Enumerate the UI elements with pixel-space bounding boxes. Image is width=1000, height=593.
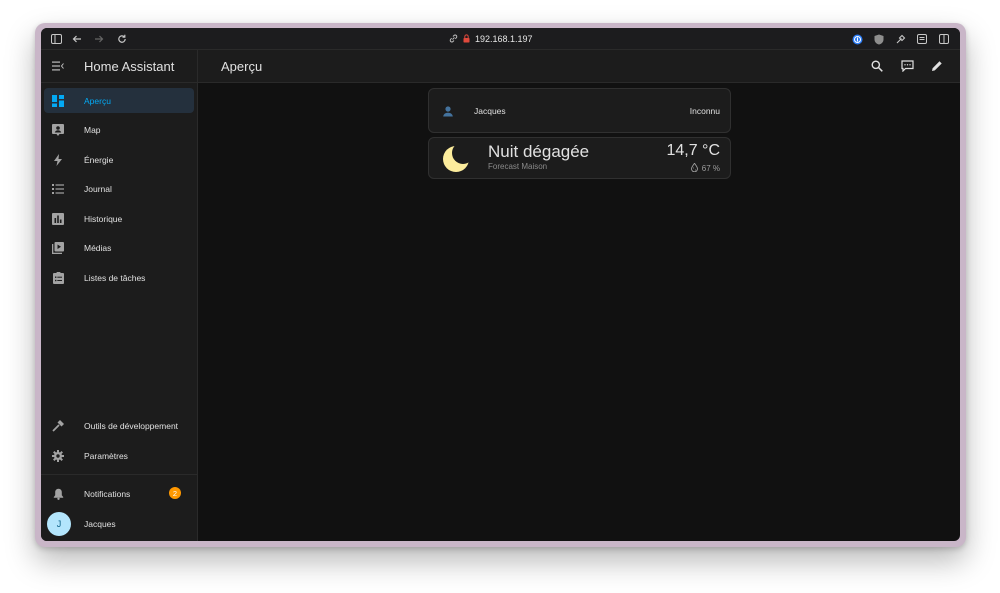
browser-toolbar: 192.168.1.197: [41, 28, 960, 50]
app-title: Home Assistant: [84, 58, 175, 74]
account-icon: [443, 104, 453, 122]
dashboard-icon: [44, 94, 72, 107]
weather-entity-name: Forecast Maison: [488, 162, 548, 171]
clipboard-list-icon: [44, 272, 72, 285]
app-toolbar: Aperçu: [198, 50, 960, 83]
cog-icon: [44, 449, 72, 462]
map-account-icon: [44, 124, 72, 137]
sidebar-item-label: Paramètres: [84, 450, 128, 461]
reload-icon[interactable]: [114, 31, 130, 47]
sidebar-item-developer-tools[interactable]: Outils de développement: [44, 414, 194, 439]
hammer-icon: [44, 420, 72, 432]
play-box-multiple-icon: [44, 242, 72, 255]
password-manager-icon[interactable]: [849, 31, 865, 47]
sidebar-item-settings[interactable]: Paramètres: [44, 443, 194, 468]
browser-window: 192.168.1.197 Home Assistant Aperçu Map …: [35, 23, 966, 547]
search-icon[interactable]: [869, 58, 885, 74]
sidebar-item-label: Aperçu: [84, 95, 111, 106]
avatar-initial: J: [47, 511, 71, 536]
menu-collapse-icon[interactable]: [41, 50, 75, 83]
address-bar[interactable]: 192.168.1.197: [449, 32, 533, 46]
weather-humidity-value: 67 %: [701, 164, 720, 173]
sidebar-item-listes-de-taches[interactable]: Listes de tâches: [44, 266, 194, 291]
weather-condition: Nuit dégagée: [488, 142, 590, 161]
sidebar-item-historique[interactable]: Historique: [44, 206, 194, 231]
back-arrow-icon[interactable]: [69, 31, 85, 47]
sidebar-item-notifications[interactable]: Notifications 2: [44, 481, 194, 506]
chart-box-icon: [44, 212, 72, 225]
pencil-icon[interactable]: [929, 58, 945, 74]
forward-arrow-icon[interactable]: [91, 31, 107, 47]
sidebar-header: Home Assistant: [41, 50, 197, 83]
weather-card[interactable]: Nuit dégagée Forecast Maison 14,7 °C 67 …: [428, 137, 731, 179]
sidebar-item-label: Listes de tâches: [84, 273, 146, 284]
weather-humidity: 67 %: [690, 162, 720, 174]
sidebar: Home Assistant Aperçu Map Énergie Journa…: [41, 50, 198, 541]
sidebar-item-map[interactable]: Map: [44, 118, 194, 143]
sidebar-item-journal[interactable]: Journal: [44, 177, 194, 202]
reader-icon[interactable]: [914, 31, 930, 47]
assist-message-icon[interactable]: [899, 58, 915, 74]
sidebar-item-label: Médias: [84, 243, 112, 254]
page-title: Aperçu: [221, 59, 263, 74]
insecure-lock-icon: [463, 33, 470, 45]
shield-extension-icon[interactable]: [871, 31, 887, 47]
split-view-icon[interactable]: [936, 31, 952, 47]
sidebar-item-label: Jacques: [84, 518, 116, 529]
weather-temperature: 14,7 °C: [666, 142, 720, 159]
sidebar-item-label: Journal: [84, 184, 112, 195]
sidebar-item-medias[interactable]: Médias: [44, 236, 194, 261]
dashboard-content: Jacques Inconnu Nuit dégagée Forecast Ma…: [198, 83, 960, 541]
sidebar-item-user[interactable]: J Jacques: [44, 511, 194, 536]
notification-count-badge: 2: [169, 487, 181, 500]
person-card[interactable]: Jacques Inconnu: [428, 88, 731, 133]
lightning-bolt-icon: [44, 153, 72, 166]
sidebar-toggle-icon[interactable]: [48, 31, 64, 47]
list-icon: [44, 184, 72, 195]
water-percent-icon: [690, 162, 698, 174]
eyedropper-icon[interactable]: [893, 31, 909, 47]
sidebar-divider: [41, 474, 197, 476]
person-state: Inconnu: [689, 106, 720, 116]
sidebar-bottom: Outils de développement Paramètres Notif…: [41, 414, 197, 541]
sidebar-nav: Aperçu Map Énergie Journal Historique Mé…: [41, 83, 197, 291]
sidebar-item-energie[interactable]: Énergie: [44, 147, 194, 172]
moon-icon: [442, 144, 472, 179]
sidebar-item-apercu[interactable]: Aperçu: [44, 88, 194, 113]
sidebar-item-label: Notifications: [84, 488, 131, 499]
person-name: Jacques: [474, 106, 506, 116]
url-text: 192.168.1.197: [475, 34, 533, 44]
browser-viewport: 192.168.1.197 Home Assistant Aperçu Map …: [41, 28, 960, 541]
sidebar-item-label: Historique: [84, 213, 123, 224]
sidebar-item-label: Énergie: [84, 154, 114, 165]
link-icon: [449, 34, 458, 45]
avatar: J: [44, 511, 72, 536]
sidebar-item-label: Map: [84, 125, 101, 136]
bell-icon: [44, 488, 72, 500]
sidebar-item-label: Outils de développement: [84, 421, 179, 432]
